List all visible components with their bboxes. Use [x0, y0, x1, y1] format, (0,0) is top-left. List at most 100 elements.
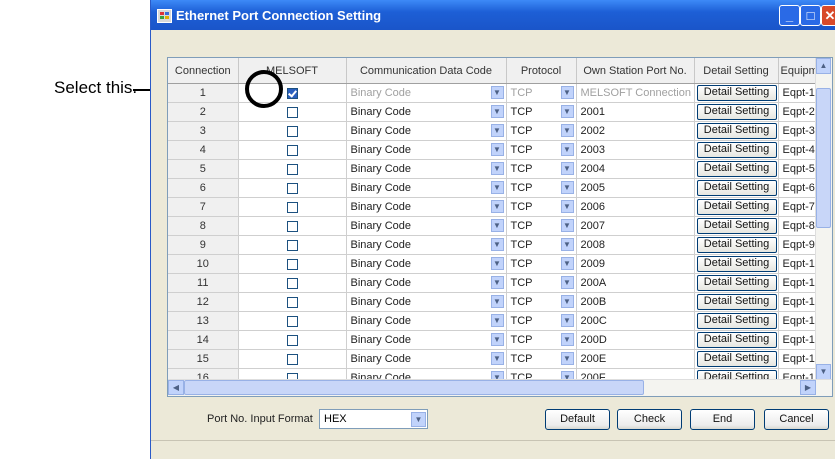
minimize-button[interactable]: _	[779, 5, 800, 26]
vertical-scrollbar[interactable]: ▲ ▼	[815, 58, 832, 380]
detail-setting-button[interactable]: Detail Setting	[696, 199, 777, 215]
chevron-down-icon[interactable]: ▼	[560, 200, 574, 213]
protocol-combo[interactable]: TCP ▼	[506, 140, 577, 160]
melsoft-checkbox[interactable]	[286, 144, 298, 156]
data-code-combo[interactable]: Binary Code ▼	[346, 159, 507, 179]
chevron-down-icon[interactable]: ▼	[560, 257, 574, 270]
melsoft-checkbox-cell[interactable]	[238, 140, 347, 160]
detail-setting-button[interactable]: Detail Setting	[696, 104, 777, 120]
chevron-down-icon[interactable]: ▼	[411, 412, 426, 427]
port-number-cell[interactable]: 2004	[576, 159, 695, 179]
melsoft-checkbox-cell[interactable]	[238, 159, 347, 179]
column-header[interactable]: Protocol	[506, 58, 577, 84]
detail-setting-button[interactable]: Detail Setting	[696, 332, 777, 348]
horizontal-scroll-thumb[interactable]	[184, 380, 644, 395]
data-code-combo[interactable]: Binary Code ▼	[346, 178, 507, 198]
protocol-combo[interactable]: TCP ▼	[506, 273, 577, 293]
protocol-combo[interactable]: TCP ▼	[506, 216, 577, 236]
melsoft-checkbox[interactable]	[286, 220, 298, 232]
protocol-combo[interactable]: TCP ▼	[506, 121, 577, 141]
protocol-combo[interactable]: TCP ▼	[506, 330, 577, 350]
melsoft-checkbox[interactable]	[286, 239, 298, 251]
protocol-combo[interactable]: TCP ▼	[506, 254, 577, 274]
data-code-combo[interactable]: Binary Code ▼	[346, 102, 507, 122]
chevron-down-icon[interactable]: ▼	[490, 238, 504, 251]
chevron-down-icon[interactable]: ▼	[490, 105, 504, 118]
data-code-combo[interactable]: Binary Code ▼	[346, 273, 507, 293]
end-button[interactable]: End	[690, 409, 755, 430]
melsoft-checkbox-cell[interactable]	[238, 292, 347, 312]
default-button[interactable]: Default	[545, 409, 610, 430]
data-code-combo[interactable]: Binary Code ▼	[346, 216, 507, 236]
melsoft-checkbox[interactable]	[286, 163, 298, 175]
port-number-cell[interactable]: 2001	[576, 102, 695, 122]
column-header[interactable]: Detail Setting	[694, 58, 779, 84]
chevron-down-icon[interactable]: ▼	[560, 162, 574, 175]
detail-setting-button[interactable]: Detail Setting	[696, 275, 777, 291]
melsoft-checkbox-cell[interactable]	[238, 330, 347, 350]
chevron-down-icon[interactable]: ▼	[490, 181, 504, 194]
port-number-cell[interactable]: 2002	[576, 121, 695, 141]
column-header[interactable]: Connection	[168, 58, 239, 84]
port-number-cell[interactable]: 2006	[576, 197, 695, 217]
data-code-combo[interactable]: Binary Code ▼	[346, 83, 507, 103]
chevron-down-icon[interactable]: ▼	[560, 219, 574, 232]
detail-setting-button[interactable]: Detail Setting	[696, 180, 777, 196]
arrow-right-icon[interactable]: ▶	[800, 380, 816, 395]
chevron-down-icon[interactable]: ▼	[490, 276, 504, 289]
port-format-select[interactable]: HEX ▼	[319, 409, 428, 429]
detail-setting-button[interactable]: Detail Setting	[696, 237, 777, 253]
melsoft-checkbox-cell[interactable]	[238, 254, 347, 274]
vertical-scroll-thumb[interactable]	[816, 88, 831, 228]
protocol-combo[interactable]: TCP ▼	[506, 311, 577, 331]
port-number-cell[interactable]: 2007	[576, 216, 695, 236]
chevron-down-icon[interactable]: ▼	[490, 352, 504, 365]
arrow-down-icon[interactable]: ▼	[816, 364, 831, 380]
chevron-down-icon[interactable]: ▼	[560, 105, 574, 118]
data-code-combo[interactable]: Binary Code ▼	[346, 121, 507, 141]
chevron-down-icon[interactable]: ▼	[560, 238, 574, 251]
protocol-combo[interactable]: TCP ▼	[506, 292, 577, 312]
detail-setting-button[interactable]: Detail Setting	[696, 351, 777, 367]
protocol-combo[interactable]: TCP ▼	[506, 349, 577, 369]
data-code-combo[interactable]: Binary Code ▼	[346, 349, 507, 369]
melsoft-checkbox-cell[interactable]	[238, 121, 347, 141]
melsoft-checkbox-cell[interactable]	[238, 197, 347, 217]
data-code-combo[interactable]: Binary Code ▼	[346, 254, 507, 274]
chevron-down-icon[interactable]: ▼	[560, 143, 574, 156]
data-code-combo[interactable]: Binary Code ▼	[346, 140, 507, 160]
port-number-cell[interactable]: 200B	[576, 292, 695, 312]
protocol-combo[interactable]: TCP ▼	[506, 235, 577, 255]
detail-setting-button[interactable]: Detail Setting	[696, 313, 777, 329]
detail-setting-button[interactable]: Detail Setting	[696, 294, 777, 310]
chevron-down-icon[interactable]: ▼	[490, 257, 504, 270]
protocol-combo[interactable]: TCP ▼	[506, 83, 577, 103]
melsoft-checkbox-cell[interactable]	[238, 178, 347, 198]
check-button[interactable]: Check	[617, 409, 682, 430]
melsoft-checkbox[interactable]	[286, 296, 298, 308]
port-number-cell[interactable]: 200E	[576, 349, 695, 369]
port-number-cell[interactable]: 200C	[576, 311, 695, 331]
melsoft-checkbox-cell[interactable]	[238, 311, 347, 331]
arrow-up-icon[interactable]: ▲	[816, 58, 831, 74]
chevron-down-icon[interactable]: ▼	[560, 276, 574, 289]
data-code-combo[interactable]: Binary Code ▼	[346, 311, 507, 331]
title-bar[interactable]: Ethernet Port Connection Setting _ □ ✕	[151, 0, 835, 30]
melsoft-checkbox[interactable]	[286, 277, 298, 289]
port-number-cell[interactable]: 200D	[576, 330, 695, 350]
column-header[interactable]: Own Station Port No.	[576, 58, 695, 84]
chevron-down-icon[interactable]: ▼	[560, 86, 574, 99]
chevron-down-icon[interactable]: ▼	[490, 200, 504, 213]
chevron-down-icon[interactable]: ▼	[560, 314, 574, 327]
chevron-down-icon[interactable]: ▼	[560, 295, 574, 308]
port-number-cell[interactable]: 2003	[576, 140, 695, 160]
close-button[interactable]: ✕	[821, 5, 835, 26]
melsoft-checkbox-cell[interactable]	[238, 273, 347, 293]
data-code-combo[interactable]: Binary Code ▼	[346, 235, 507, 255]
chevron-down-icon[interactable]: ▼	[560, 181, 574, 194]
chevron-down-icon[interactable]: ▼	[490, 162, 504, 175]
melsoft-checkbox-cell[interactable]	[238, 349, 347, 369]
chevron-down-icon[interactable]: ▼	[490, 143, 504, 156]
port-number-cell[interactable]: 2009	[576, 254, 695, 274]
protocol-combo[interactable]: TCP ▼	[506, 159, 577, 179]
